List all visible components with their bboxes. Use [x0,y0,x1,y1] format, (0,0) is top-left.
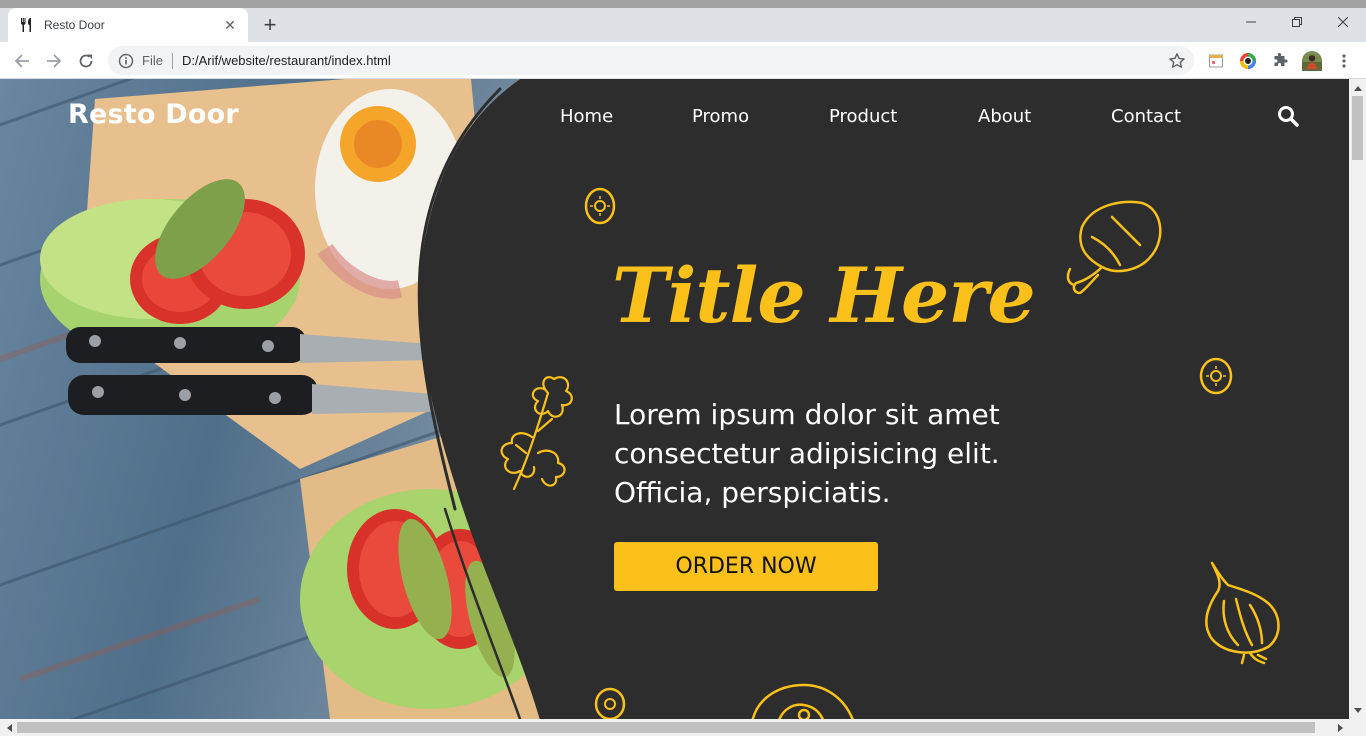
site-logo[interactable]: Resto Door [68,99,239,130]
chevron-up-icon [1353,85,1362,91]
mushroom-doodle-icon [751,683,854,719]
scroll-left-arrow[interactable] [0,719,17,736]
close-window-icon [1338,17,1348,27]
browser-toolbar: File D:/Arif/website/restaurant/index.ht… [0,42,1366,79]
chevron-down-icon [1353,707,1362,713]
menu-icon [1342,54,1346,68]
hero-food-image [0,79,552,719]
orange-slice-doodle-icon [584,187,616,225]
minimize-icon [1246,21,1256,23]
url-scheme: File [142,53,163,68]
color-picker-extension-icon [1240,53,1256,69]
nav-home[interactable]: Home [560,106,613,127]
calendar-extension-icon [1209,54,1223,68]
forward-button[interactable] [43,50,65,72]
restore-icon [1292,17,1302,27]
extensions-menu-button[interactable] [1270,51,1290,71]
tab-strip: Resto Door ✕ + [0,8,1366,42]
url-text[interactable]: D:/Arif/website/restaurant/index.html [182,53,1168,68]
minimize-button[interactable] [1228,8,1274,36]
order-now-button[interactable]: ORDER NOW [614,542,878,591]
chevron-right-icon [1337,723,1343,732]
fork-knife-icon [21,18,31,32]
star-icon[interactable] [1168,52,1186,70]
back-button[interactable] [11,50,33,72]
horizontal-scroll-thumb[interactable] [17,722,1315,733]
vertical-scroll-thumb[interactable] [1352,96,1363,160]
nav-promo[interactable]: Promo [692,106,749,127]
search-icon[interactable] [1276,104,1300,128]
forward-icon [47,54,62,68]
hero-title: Title Here [612,251,1036,340]
reload-icon [79,54,93,68]
reload-button[interactable] [75,50,97,72]
nav-about[interactable]: About [978,106,1031,127]
scroll-down-arrow[interactable] [1349,702,1366,719]
address-bar[interactable]: File D:/Arif/website/restaurant/index.ht… [108,46,1194,75]
scroll-right-arrow[interactable] [1332,719,1349,736]
parsley-doodle-icon [500,376,573,491]
avatar [1302,51,1322,71]
extension-button[interactable] [1238,51,1258,71]
extension-icon [1274,53,1288,66]
vertical-scrollbar[interactable] [1349,79,1366,719]
restore-button[interactable] [1274,8,1320,36]
back-icon [14,54,29,68]
tab-title: Resto Door [44,18,105,32]
new-tab-button[interactable]: + [258,14,282,38]
horizontal-scrollbar[interactable] [0,719,1366,736]
scroll-up-arrow[interactable] [1349,79,1366,96]
close-icon[interactable]: ✕ [222,17,238,34]
page-viewport: Resto Door Home Promo Product About Cont… [0,79,1349,719]
close-window-button[interactable] [1320,8,1366,36]
hero-description: Lorem ipsum dolor sit amet consectetur a… [614,398,1000,509]
browser-menu-button[interactable] [1334,51,1354,71]
nav-contact[interactable]: Contact [1111,106,1181,127]
nav-product[interactable]: Product [829,106,897,127]
onion-doodle-icon [1205,561,1280,665]
profile-button[interactable] [1302,51,1322,71]
info-icon[interactable] [118,53,134,69]
window-frame [0,0,1366,8]
pepper-doodle-icon [1066,200,1162,295]
url-divider [171,52,173,69]
chevron-left-icon [6,723,12,732]
orange-slice-doodle-icon [594,687,626,719]
orange-slice-doodle-icon [1199,357,1233,395]
extension-button[interactable] [1206,51,1226,71]
browser-tab[interactable]: Resto Door ✕ [8,8,248,42]
